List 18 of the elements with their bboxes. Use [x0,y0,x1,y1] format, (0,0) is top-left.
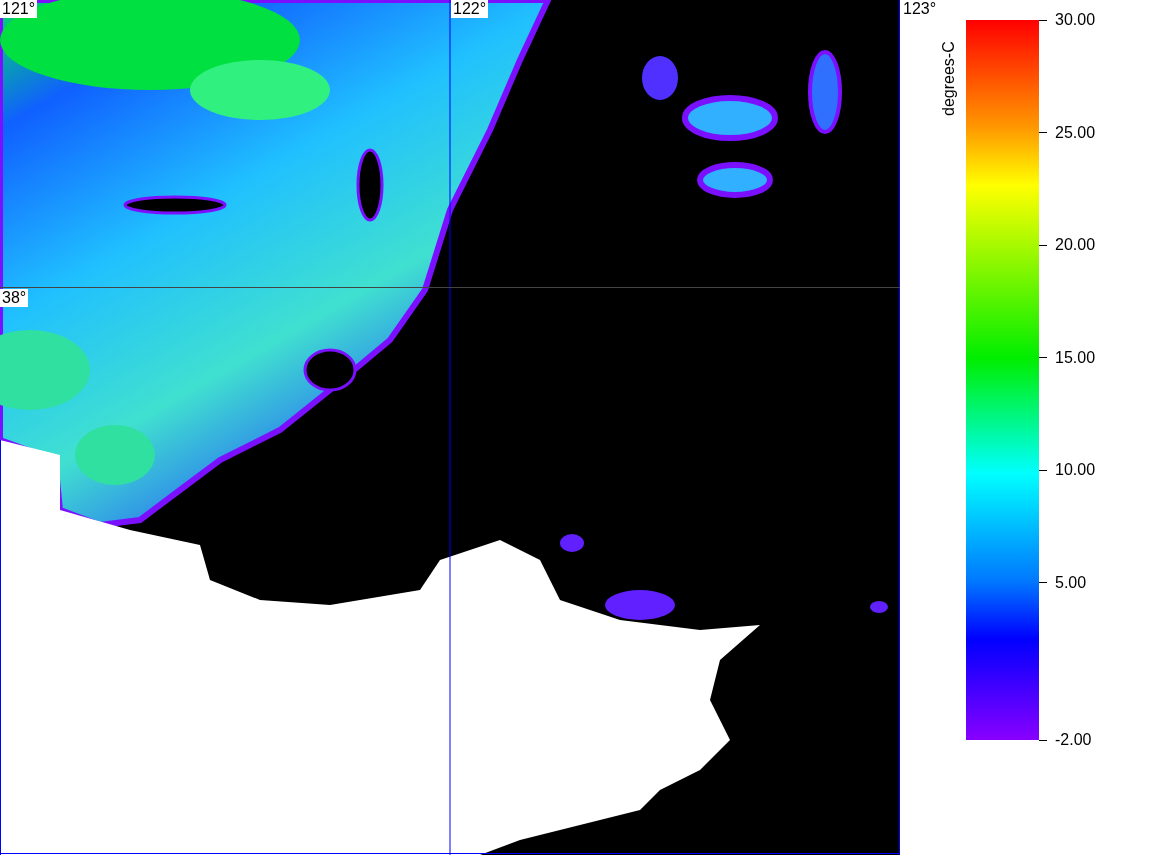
tick-mark [1039,19,1047,21]
tick-mark [1039,469,1047,471]
tick-mark [1039,739,1047,741]
tick-label: 15.00 [1055,348,1096,367]
tick-label: 25.00 [1055,123,1096,142]
tick-mark [1039,132,1047,133]
tick-mark [1039,357,1047,358]
latitude-label: 38° [0,289,29,307]
longitude-label: 121° [0,0,38,18]
longitude-label: 122° [451,0,489,18]
colorbar-title: degrees-C [940,40,958,116]
tick-label: 30.00 [1055,11,1096,29]
tick-label: 5.00 [1055,573,1087,592]
tick-label: -2.00 [1055,731,1092,749]
tick-mark [1039,582,1047,583]
tick-label: 10.00 [1055,461,1096,479]
tick-mark [1039,244,1047,246]
tick-label: 20.00 [1055,236,1096,254]
